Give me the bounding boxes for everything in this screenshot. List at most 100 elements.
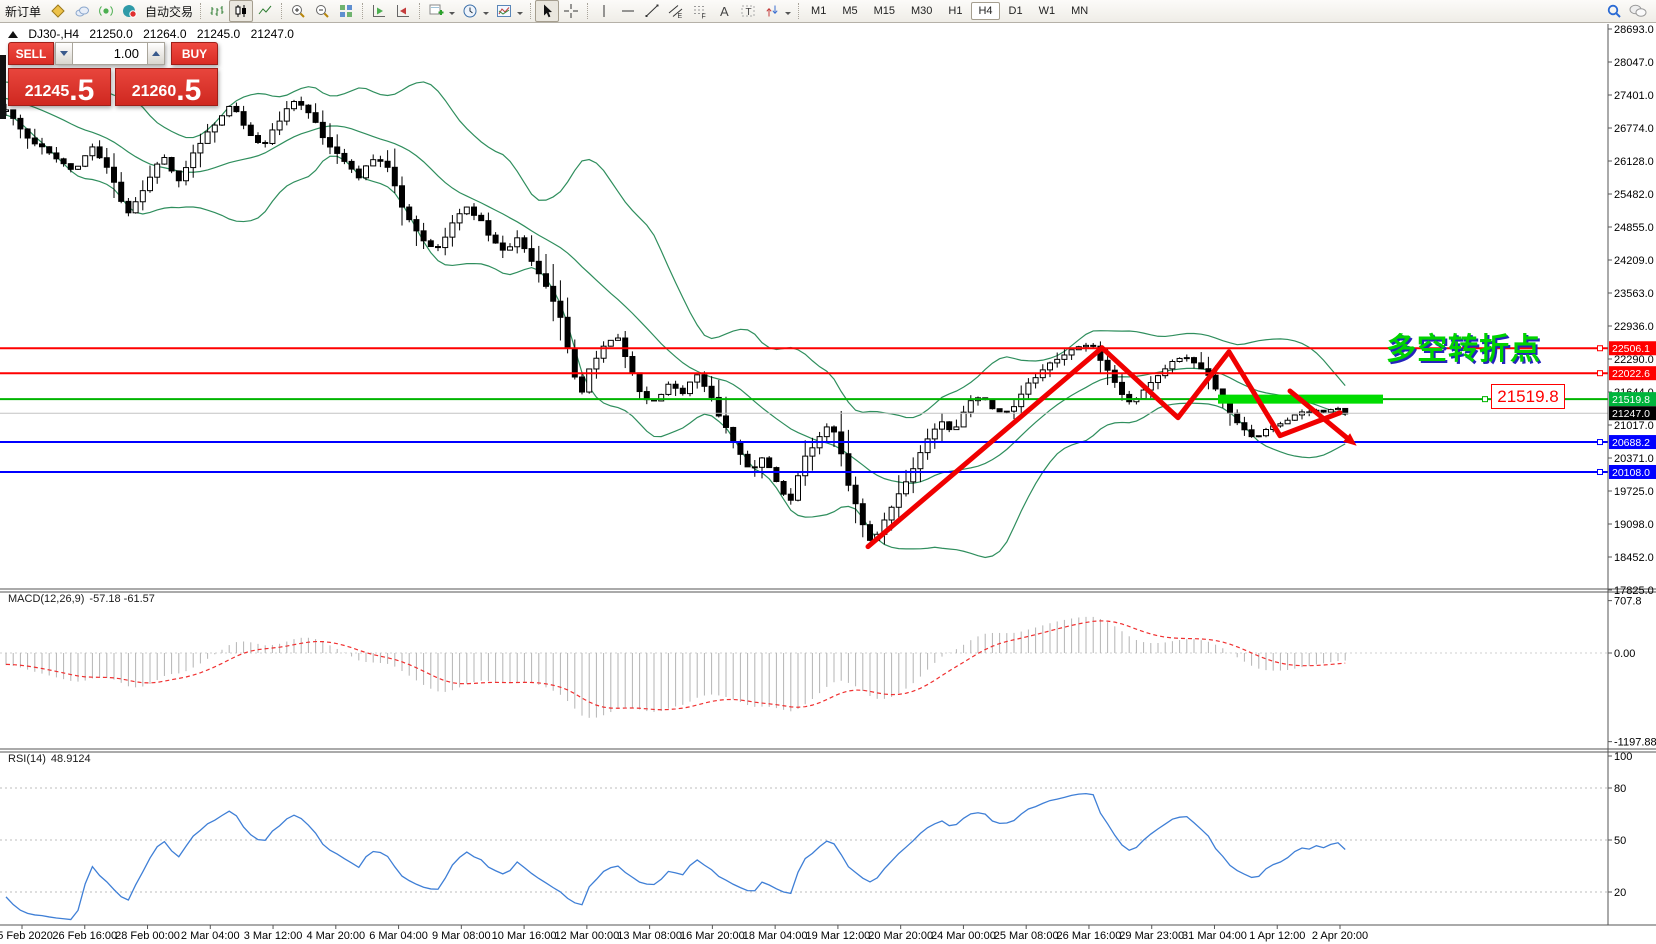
buy-button[interactable]: BUY — [171, 42, 218, 65]
timeframe-M1[interactable]: M1 — [804, 2, 833, 20]
timeframe-M15[interactable]: M15 — [867, 2, 902, 20]
toolbar-separator — [798, 3, 799, 19]
signals-icon[interactable] — [94, 0, 118, 22]
timeframe-M5[interactable]: M5 — [835, 2, 864, 20]
hline-handle[interactable] — [1483, 397, 1488, 402]
volume-increase-button[interactable] — [147, 42, 165, 65]
price-tick-label: 24209.0 — [1614, 255, 1654, 267]
price-line-badge: 20108.0 — [1612, 467, 1650, 479]
candles — [4, 97, 1348, 545]
horizontal-line-tool-icon[interactable] — [616, 0, 640, 22]
hline-handle[interactable] — [1598, 440, 1603, 445]
price-tick-label: 18452.0 — [1614, 552, 1654, 564]
cursor-icon[interactable] — [535, 0, 559, 22]
toolbar-separator — [362, 3, 363, 19]
price-tick-label: 21017.0 — [1614, 420, 1654, 432]
timeframe-M30[interactable]: M30 — [904, 2, 939, 20]
macd-tick-label: 707.8 — [1614, 596, 1642, 608]
timeframe-H1[interactable]: H1 — [941, 2, 969, 20]
hline-handle[interactable] — [1598, 346, 1603, 351]
price-tick-label: 23563.0 — [1614, 288, 1654, 300]
price-tick-label: 24855.0 — [1614, 222, 1654, 234]
crosshair-icon[interactable] — [559, 0, 583, 22]
ohlc-close: 21247.0 — [251, 27, 294, 41]
date-tick-label: 10 Mar 16:00 — [492, 930, 557, 942]
new-order-button[interactable]: 新订单 — [0, 1, 46, 21]
toolbar-separator — [200, 3, 201, 19]
candlestick-chart-icon[interactable] — [229, 0, 253, 22]
zoom-out-icon[interactable] — [310, 0, 334, 22]
price-axis: 28693.028047.027401.026774.026128.025482… — [1608, 24, 1656, 899]
date-tick-label: 12 Mar 00:00 — [554, 930, 619, 942]
hline-handle[interactable] — [1598, 371, 1603, 376]
price-tick-label: 26774.0 — [1614, 123, 1654, 135]
chart-window-icon[interactable] — [46, 0, 70, 22]
tile-windows-icon[interactable] — [334, 0, 358, 22]
bar-chart-icon[interactable] — [205, 0, 229, 22]
price-line-badge: 21519.8 — [1612, 394, 1650, 406]
new-chart-dropdown-icon[interactable] — [449, 12, 455, 18]
one-click-trading-panel: SELL BUY 21245.5 21260.5 — [8, 42, 218, 106]
arrows-dropdown-icon[interactable] — [785, 12, 791, 18]
annotation-text[interactable]: 多空转折点 — [1386, 324, 1541, 368]
text-label-tool-icon[interactable]: T — [736, 0, 760, 22]
new-chart-icon[interactable] — [424, 0, 448, 22]
line-chart-icon[interactable] — [253, 0, 277, 22]
autotrade-icon[interactable] — [118, 0, 142, 22]
sell-button[interactable]: SELL — [8, 42, 54, 65]
timeframe-H4[interactable]: H4 — [971, 2, 999, 20]
hline-handle[interactable] — [1598, 469, 1603, 474]
timeframe-D1[interactable]: D1 — [1002, 2, 1030, 20]
fibonacci-tool-icon[interactable]: F — [688, 0, 712, 22]
chart-shift-icon[interactable] — [391, 0, 415, 22]
template-dropdown-icon[interactable] — [517, 12, 523, 18]
macd-tick-label: 0.00 — [1614, 648, 1635, 660]
date-tick-label: 2 Mar 04:00 — [181, 930, 240, 942]
timeframe-MN[interactable]: MN — [1064, 2, 1095, 20]
price-tick-label: 28047.0 — [1614, 57, 1654, 69]
period-clock-icon[interactable] — [458, 0, 482, 22]
collapse-trade-panel-icon[interactable] — [8, 26, 18, 38]
trendline-tool-icon[interactable] — [640, 0, 664, 22]
price-callout[interactable]: 21519.8 — [1491, 384, 1565, 409]
chat-icon[interactable] — [1626, 0, 1650, 22]
svg-text:A: A — [720, 4, 729, 19]
volume-input[interactable] — [72, 42, 148, 65]
symbol-label: DJ30-,H4 — [28, 27, 79, 41]
date-tick-label: 25 Mar 08:00 — [994, 930, 1059, 942]
sell-price[interactable]: 21245.5 — [8, 68, 111, 106]
timeframe-W1[interactable]: W1 — [1032, 2, 1063, 20]
zoom-in-icon[interactable] — [286, 0, 310, 22]
toolbar-separator — [530, 3, 531, 19]
channel-tool-icon[interactable]: E — [664, 0, 688, 22]
ohlc-open: 21250.0 — [89, 27, 132, 41]
indicator-template-icon[interactable] — [492, 0, 516, 22]
date-tick-label: 19 Mar 12:00 — [805, 930, 870, 942]
arrows-tool-icon[interactable] — [760, 0, 784, 22]
vertical-line-tool-icon[interactable] — [592, 0, 616, 22]
price-tick-label: 27401.0 — [1614, 90, 1654, 102]
indicator-levels — [0, 653, 1608, 892]
text-tool-icon[interactable]: A — [712, 0, 736, 22]
search-icon[interactable] — [1602, 0, 1626, 22]
chart-canvas[interactable]: 28693.028047.027401.026774.026128.025482… — [0, 0, 1656, 944]
left-edge-marker — [0, 55, 6, 119]
auto-scroll-icon[interactable] — [367, 0, 391, 22]
macd-label: MACD(12,26,9)-57.18 -61.57 — [8, 593, 160, 605]
price-tick-label: 22936.0 — [1614, 321, 1654, 333]
market-watch-icon[interactable] — [70, 0, 94, 22]
volume-decrease-button[interactable] — [55, 42, 73, 65]
price-tick-label: 19725.0 — [1614, 486, 1654, 498]
price-line-badge: 21247.0 — [1612, 408, 1650, 420]
toolbar-separator — [281, 3, 282, 19]
macd-tick-label: -1197.88 — [1614, 737, 1656, 749]
date-tick-label: 6 Mar 04:00 — [369, 930, 428, 942]
price-tick-label: 28693.0 — [1614, 24, 1654, 36]
buy-price[interactable]: 21260.5 — [115, 68, 218, 106]
chart-title: DJ30-,H4 21250.0 21264.0 21245.0 21247.0 — [8, 27, 301, 41]
date-tick-label: 29 Mar 23:00 — [1119, 930, 1184, 942]
toolbar-separator — [587, 3, 588, 19]
new-order-label: 新订单 — [5, 3, 41, 20]
period-dropdown-icon[interactable] — [483, 12, 489, 18]
autotrade-label[interactable]: 自动交易 — [145, 3, 193, 20]
